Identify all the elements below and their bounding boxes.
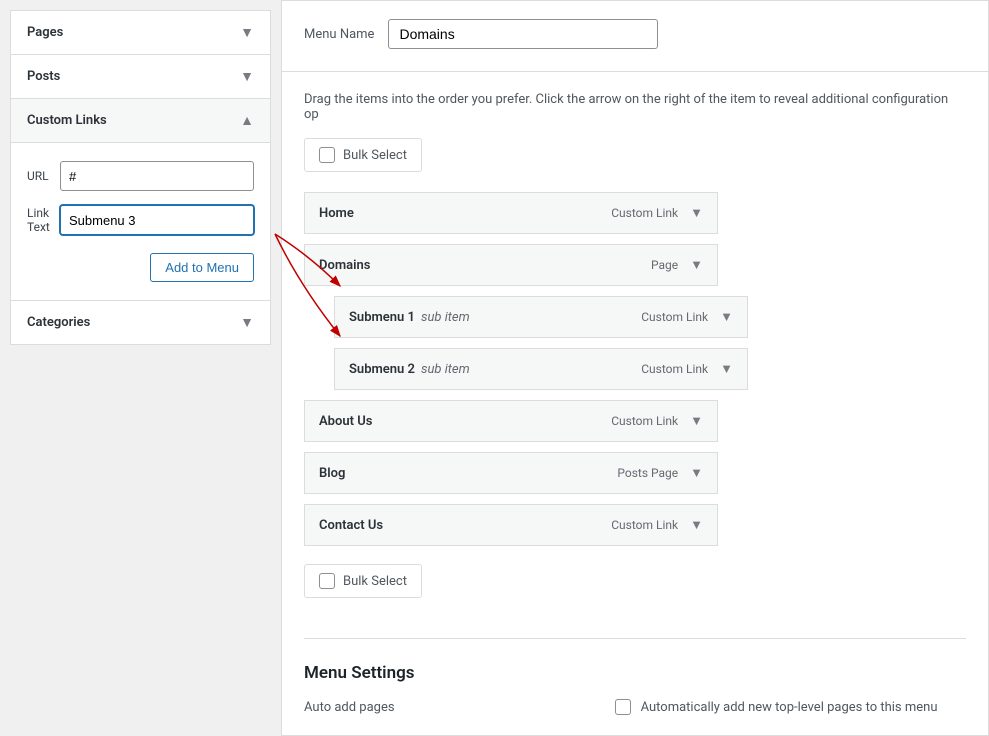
- chevron-down-icon[interactable]: ▼: [720, 309, 733, 325]
- menu-item[interactable]: Submenu 2 sub item Custom Link ▼: [334, 348, 748, 390]
- accordion-posts: Posts ▼: [10, 54, 271, 99]
- accordion-body-custom-links: URL Link Text Add to Menu: [11, 142, 270, 300]
- chevron-down-icon[interactable]: ▼: [690, 257, 703, 273]
- menu-item-title: About Us: [319, 414, 372, 429]
- menu-item-title: Domains: [319, 258, 370, 273]
- menu-item-type: Custom Link: [641, 310, 708, 324]
- accordion-categories: Categories ▼: [10, 300, 271, 345]
- menu-header: Menu Name: [281, 0, 989, 71]
- chevron-down-icon[interactable]: ▼: [690, 413, 703, 429]
- menu-item[interactable]: Home Custom Link ▼: [304, 192, 718, 234]
- menu-item-title: Submenu 1: [349, 310, 415, 325]
- accordion-pages: Pages ▼: [10, 10, 271, 55]
- menu-item-title: Submenu 2: [349, 362, 415, 377]
- menu-item[interactable]: Domains Page ▼: [304, 244, 718, 286]
- accordion-header-custom-links[interactable]: Custom Links ▲: [11, 99, 270, 142]
- chevron-down-icon: ▼: [240, 68, 254, 85]
- menu-item[interactable]: Contact Us Custom Link ▼: [304, 504, 718, 546]
- main-area: Menu Name Drag the items into the order …: [281, 0, 989, 658]
- bulk-select-checkbox[interactable]: [319, 573, 335, 589]
- bulk-select-label: Bulk Select: [343, 148, 407, 163]
- accordion-title-pages: Pages: [27, 25, 63, 40]
- menu-name-input[interactable]: [388, 19, 658, 49]
- menu-name-label: Menu Name: [304, 27, 374, 42]
- sidebar: Pages ▼ Posts ▼ Custom Links ▲ URL Lin: [0, 0, 281, 658]
- menu-item-title: Home: [319, 206, 354, 221]
- chevron-down-icon: ▼: [240, 314, 254, 331]
- add-to-menu-button[interactable]: Add to Menu: [150, 253, 254, 282]
- instructions-text: Drag the items into the order you prefer…: [304, 92, 966, 122]
- url-label: URL: [27, 169, 60, 183]
- bulk-select-bottom[interactable]: Bulk Select: [304, 564, 422, 598]
- bulk-select-label: Bulk Select: [343, 574, 407, 589]
- menu-item[interactable]: Blog Posts Page ▼: [304, 452, 718, 494]
- auto-add-checkbox[interactable]: [615, 699, 631, 715]
- menu-settings-title: Menu Settings: [304, 663, 966, 683]
- chevron-down-icon[interactable]: ▼: [690, 465, 703, 481]
- url-input[interactable]: [60, 161, 254, 191]
- menu-items-list: Home Custom Link ▼ Domains Page ▼ Submenu 1 sub…: [304, 192, 966, 546]
- accordion-title-posts: Posts: [27, 69, 60, 84]
- accordion-title-categories: Categories: [27, 315, 90, 330]
- menu-item[interactable]: Submenu 1 sub item Custom Link ▼: [334, 296, 748, 338]
- menu-item-type: Custom Link: [641, 362, 708, 376]
- chevron-up-icon: ▲: [240, 112, 254, 129]
- menu-body: Drag the items into the order you prefer…: [281, 71, 989, 736]
- chevron-down-icon[interactable]: ▼: [690, 517, 703, 533]
- bulk-select-checkbox[interactable]: [319, 147, 335, 163]
- chevron-down-icon[interactable]: ▼: [690, 205, 703, 221]
- menu-item-title: Blog: [319, 466, 345, 481]
- link-text-label: Link Text: [27, 206, 60, 234]
- menu-item-type: Custom Link: [611, 518, 678, 532]
- menu-item-sub-label: sub item: [421, 362, 470, 377]
- accordion-header-posts[interactable]: Posts ▼: [11, 55, 270, 98]
- chevron-down-icon[interactable]: ▼: [720, 361, 733, 377]
- bulk-select-top[interactable]: Bulk Select: [304, 138, 422, 172]
- chevron-down-icon: ▼: [240, 24, 254, 41]
- menu-item-type: Custom Link: [611, 414, 678, 428]
- accordion-title-custom-links: Custom Links: [27, 113, 107, 128]
- menu-item[interactable]: About Us Custom Link ▼: [304, 400, 718, 442]
- menu-item-sub-label: sub item: [421, 310, 470, 325]
- menu-item-type: Page: [651, 258, 678, 272]
- menu-item-type: Posts Page: [617, 466, 678, 480]
- menu-settings: Menu Settings Auto add pages Automatical…: [304, 638, 966, 715]
- auto-add-label: Auto add pages: [304, 700, 395, 715]
- accordion-custom-links: Custom Links ▲ URL Link Text Add to Menu: [10, 98, 271, 301]
- accordion-header-pages[interactable]: Pages ▼: [11, 11, 270, 54]
- auto-add-option-label: Automatically add new top-level pages to…: [641, 700, 938, 715]
- accordion-header-categories[interactable]: Categories ▼: [11, 301, 270, 344]
- link-text-input[interactable]: [60, 205, 254, 235]
- menu-item-title: Contact Us: [319, 518, 383, 533]
- menu-item-type: Custom Link: [611, 206, 678, 220]
